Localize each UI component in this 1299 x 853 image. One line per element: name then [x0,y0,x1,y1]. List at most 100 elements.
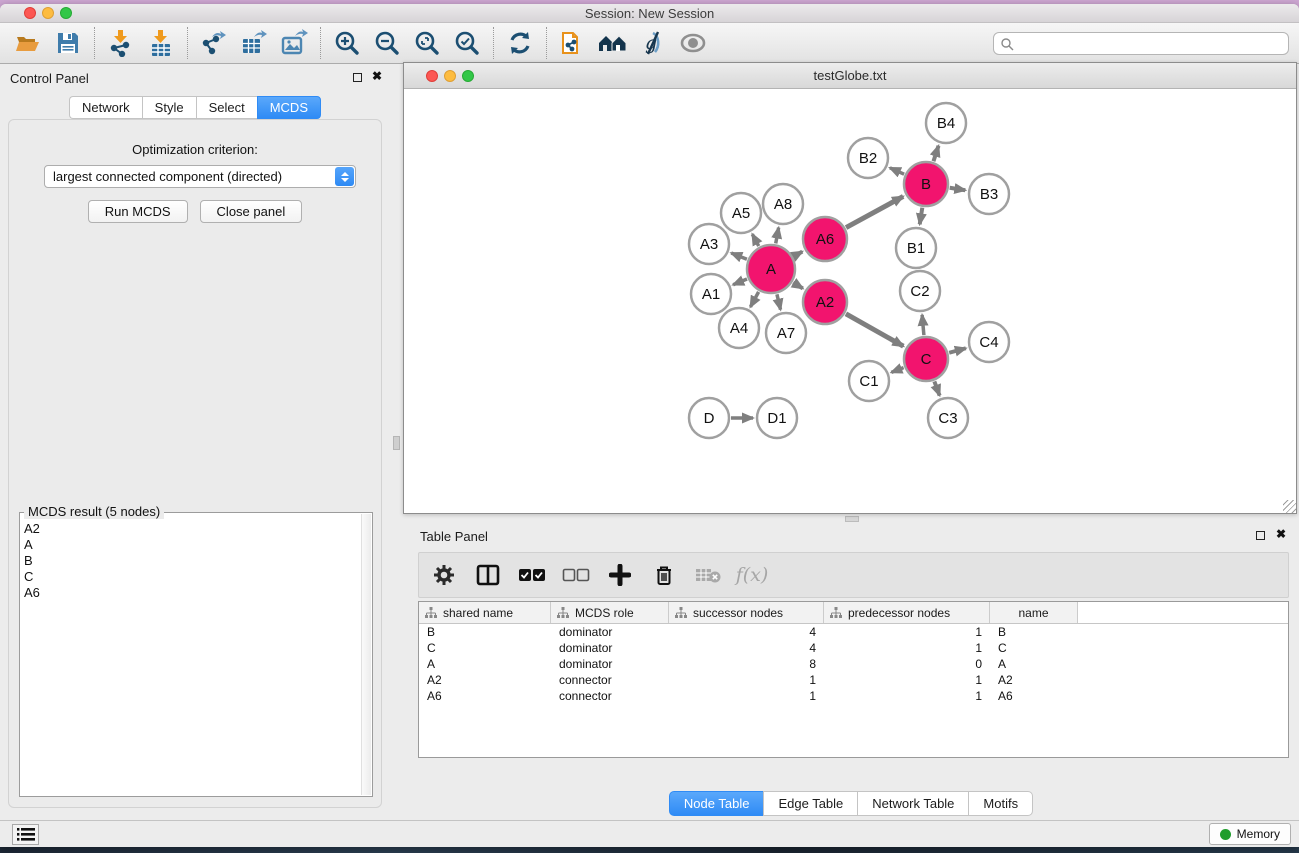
result-scrollbar[interactable] [361,514,371,795]
table-cell[interactable]: C [419,640,551,656]
table-cell[interactable]: connector [551,688,669,704]
network-window-titlebar[interactable]: testGlobe.txt [404,63,1296,89]
tab-node-table[interactable]: Node Table [669,791,764,816]
edge-C-C1[interactable] [891,368,903,373]
node-A5[interactable]: A5 [721,193,761,233]
zoom-out-button[interactable] [367,25,407,61]
close-panel-icon[interactable]: ✖ [372,69,382,83]
edge-A-A6[interactable] [794,252,803,257]
table-cell[interactable]: 8 [669,656,824,672]
zoom-selected-button[interactable] [447,25,487,61]
node-C3[interactable]: C3 [928,398,968,438]
table-cell[interactable]: A2 [419,672,551,688]
node-B[interactable]: B [904,162,948,206]
float-panel-icon[interactable] [353,73,362,82]
edge-A6-B[interactable] [846,196,903,227]
edge-A-A2[interactable] [793,283,803,289]
column-header-successor-nodes[interactable]: successor nodes [669,602,824,623]
node-B3[interactable]: B3 [969,174,1009,214]
node-A[interactable]: A [747,245,795,293]
edge-A-A5[interactable] [752,234,758,246]
zoom-in-button[interactable] [327,25,367,61]
node-A2[interactable]: A2 [803,280,847,324]
node-B2[interactable]: B2 [848,138,888,178]
table-options-button[interactable] [429,559,459,591]
node-C4[interactable]: C4 [969,322,1009,362]
node-A4[interactable]: A4 [719,308,759,348]
table-cell[interactable]: B [419,624,551,640]
tab-network-table[interactable]: Network Table [857,791,968,816]
table-cell[interactable]: 1 [669,688,824,704]
table-cell[interactable]: A [419,656,551,672]
toggle-gene-view-button[interactable]: g [633,25,673,61]
edge-C-C3[interactable] [934,381,939,395]
table-row[interactable]: A2connector11A2 [419,672,1288,688]
table-row[interactable]: Cdominator41C [419,640,1288,656]
column-header-name[interactable]: name [990,602,1078,623]
edge-A-A1[interactable] [733,279,747,285]
task-history-button[interactable] [12,824,39,845]
tab-motifs[interactable]: Motifs [968,791,1033,816]
edge-B-B1[interactable] [920,208,923,225]
add-column-button[interactable] [605,559,635,591]
export-table-button[interactable] [234,25,274,61]
table-cell[interactable]: C [990,640,1078,656]
edge-C-C2[interactable] [922,315,924,335]
table-cell[interactable]: dominator [551,640,669,656]
close-panel-button[interactable]: Close panel [200,200,303,223]
table-cell[interactable]: 1 [824,672,990,688]
column-header-MCDS-role[interactable]: MCDS role [551,602,669,623]
column-header-shared-name[interactable]: shared name [419,602,551,623]
table-cell[interactable]: B [990,624,1078,640]
window-titlebar[interactable]: Session: New Session [0,4,1299,23]
table-cell[interactable]: A2 [990,672,1078,688]
table-row[interactable]: A6connector11A6 [419,688,1288,704]
table-cell[interactable]: dominator [551,656,669,672]
result-item[interactable]: A2 [24,521,368,537]
column-header-predecessor-nodes[interactable]: predecessor nodes [824,602,990,623]
edge-A-A4[interactable] [750,292,758,307]
result-item[interactable]: A [24,537,368,553]
edge-B-B3[interactable] [950,188,966,190]
table-cell[interactable]: 4 [669,640,824,656]
table-row[interactable]: Adominator80A [419,656,1288,672]
edge-A-A8[interactable] [776,228,779,244]
deselect-all-checkboxes-button[interactable] [561,559,591,591]
close-table-panel-icon[interactable]: ✖ [1276,527,1286,541]
select-all-checkboxes-button[interactable] [517,559,547,591]
network-from-selection-button[interactable] [553,25,593,61]
mcds-result-list[interactable]: A2ABCA6 [20,513,372,601]
result-item[interactable]: B [24,553,368,569]
table-cell[interactable]: connector [551,672,669,688]
node-D1[interactable]: D1 [757,398,797,438]
table-cell[interactable]: 0 [824,656,990,672]
table-cell[interactable]: A6 [990,688,1078,704]
import-table-button[interactable] [141,25,181,61]
table-cell[interactable]: 1 [824,640,990,656]
search-field[interactable] [993,32,1289,55]
open-browser-button[interactable] [593,25,633,61]
search-input[interactable] [1014,35,1288,53]
delete-column-button[interactable] [649,559,679,591]
refresh-layout-button[interactable] [500,25,540,61]
table-cell[interactable]: A6 [419,688,551,704]
memory-button[interactable]: Memory [1209,823,1291,845]
tab-network[interactable]: Network [69,96,142,119]
export-image-button[interactable] [274,25,314,61]
node-C1[interactable]: C1 [849,361,889,401]
edge-A2-C[interactable] [846,314,903,346]
network-canvas[interactable]: A5A8A3A6AA1A2A4A7B2B4BB3B1C2CC4C1C3DD1 [404,89,1296,513]
node-A6[interactable]: A6 [803,217,847,261]
zoom-fit-button[interactable] [407,25,447,61]
node-C[interactable]: C [904,337,948,381]
table-cell[interactable]: 1 [824,624,990,640]
export-network-button[interactable] [194,25,234,61]
criterion-dropdown[interactable]: largest connected component (directed) [44,165,356,188]
node-B4[interactable]: B4 [926,103,966,143]
node-C2[interactable]: C2 [900,271,940,311]
node-table[interactable]: shared nameMCDS rolesuccessor nodesprede… [418,601,1289,758]
node-A3[interactable]: A3 [689,224,729,264]
tab-style[interactable]: Style [142,96,196,119]
node-D[interactable]: D [689,398,729,438]
result-item[interactable]: A6 [24,585,368,601]
